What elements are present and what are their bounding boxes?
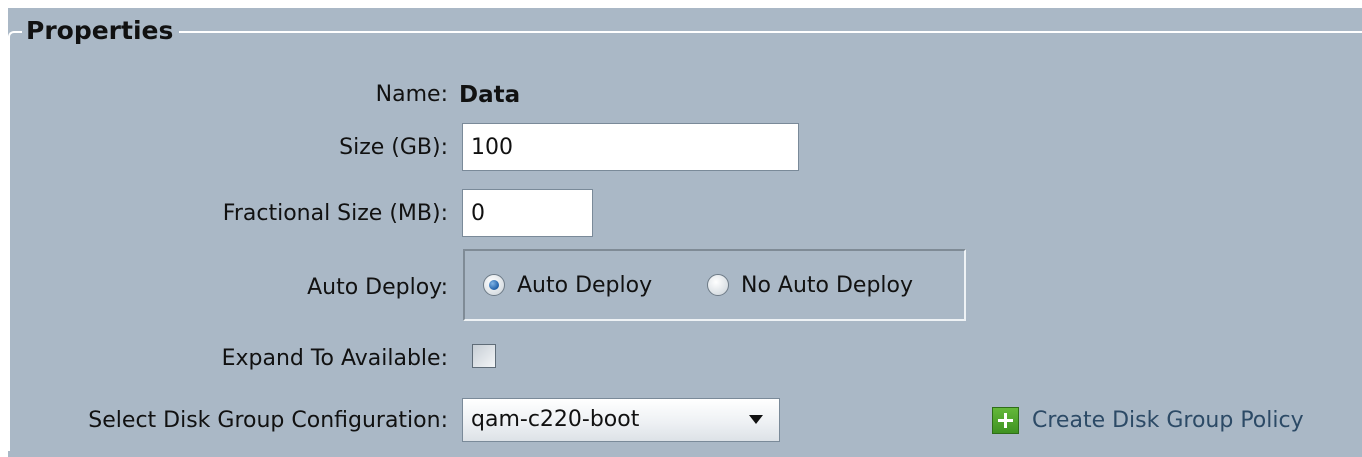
disk-group-config-select[interactable]: qam-c220-boot bbox=[462, 398, 780, 442]
no-auto-deploy-radio-label[interactable]: No Auto Deploy bbox=[741, 273, 913, 298]
radio-selected-icon[interactable] bbox=[483, 274, 505, 296]
auto-deploy-radio-label[interactable]: Auto Deploy bbox=[517, 273, 652, 298]
size-gb-input[interactable] bbox=[462, 123, 799, 171]
properties-fieldset bbox=[8, 31, 1362, 451]
plus-icon[interactable] bbox=[992, 406, 1019, 434]
auto-deploy-radio-group: Auto Deploy No Auto Deploy bbox=[463, 249, 966, 321]
create-disk-group-policy-label[interactable]: Create Disk Group Policy bbox=[1032, 408, 1304, 433]
auto-deploy-radio[interactable]: Auto Deploy bbox=[483, 272, 652, 298]
auto-deploy-label: Auto Deploy: bbox=[307, 275, 448, 300]
create-disk-group-policy-link[interactable]: Create Disk Group Policy bbox=[992, 405, 1304, 435]
expand-to-available-checkbox[interactable] bbox=[472, 344, 496, 368]
dropdown-arrow-icon[interactable] bbox=[749, 415, 763, 424]
name-label: Name: bbox=[375, 82, 448, 107]
disk-group-config-value[interactable]: qam-c220-boot bbox=[471, 407, 639, 432]
size-gb-label: Size (GB): bbox=[339, 135, 448, 160]
fractional-size-input[interactable] bbox=[462, 189, 593, 237]
no-auto-deploy-radio[interactable]: No Auto Deploy bbox=[707, 272, 913, 298]
radio-unselected-icon[interactable] bbox=[707, 274, 729, 296]
expand-to-available-label: Expand To Available: bbox=[221, 346, 448, 371]
properties-title: Properties bbox=[22, 14, 180, 48]
disk-group-config-label: Select Disk Group Configuration: bbox=[88, 408, 448, 433]
fractional-size-label: Fractional Size (MB): bbox=[222, 201, 448, 226]
name-value: Data bbox=[459, 82, 521, 108]
